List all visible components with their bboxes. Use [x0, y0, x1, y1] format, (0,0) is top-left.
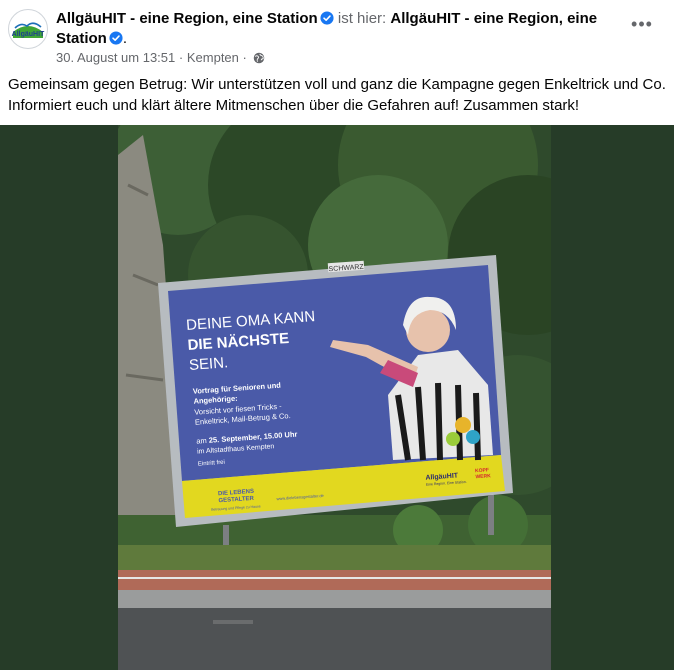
avatar-logo-text: AllgäuHIT	[12, 31, 45, 38]
more-options-icon[interactable]: •••	[630, 14, 654, 34]
post-meta: 30. August um 13:51 · Kempten ·	[56, 49, 265, 66]
poster-sponsor3-line2: WERK	[475, 473, 491, 480]
relation-text: ist hier:	[337, 10, 387, 27]
location-name-part2[interactable]: Station	[56, 30, 107, 47]
verified-badge-icon	[320, 11, 334, 25]
post-text-line-1: Gemeinsam gegen Betrug: Wir unterstützen…	[8, 76, 666, 93]
page-name-link[interactable]: AllgäuHIT - eine Region, eine Station	[56, 10, 318, 27]
post-text: Gemeinsam gegen Betrug: Wir unterstützen…	[8, 74, 668, 116]
poster-headline-3: SEIN.	[188, 354, 228, 374]
billboard-photo: SCHWARZ DEINE OMA KANN DIE NÄCHSTE SEIN.…	[118, 125, 551, 670]
location-name-part1[interactable]: AllgäuHIT - eine Region, eine	[390, 10, 597, 27]
poster-date-prefix: am	[196, 436, 209, 446]
page-avatar[interactable]: AllgäuHIT	[8, 9, 48, 49]
post-title: AllgäuHIT - eine Region, eine Station is…	[56, 9, 616, 49]
title-period: .	[122, 30, 128, 47]
post-photo[interactable]: SCHWARZ DEINE OMA KANN DIE NÄCHSTE SEIN.…	[118, 125, 551, 670]
post-header: AllgäuHIT AllgäuHIT - eine Region, eine …	[0, 0, 674, 70]
globe-icon[interactable]	[253, 52, 265, 64]
allgaeuhit-logo: AllgäuHIT	[10, 11, 46, 47]
post-place[interactable]: Kempten	[187, 50, 239, 65]
post-photo-container[interactable]: SCHWARZ DEINE OMA KANN DIE NÄCHSTE SEIN.…	[0, 125, 674, 670]
post-text-line-2: Informiert euch und klärt ältere Mitmens…	[8, 97, 580, 114]
post-date[interactable]: 30. August um 13:51	[56, 50, 175, 65]
meta-separator: ·	[178, 50, 184, 65]
meta-separator: ·	[242, 50, 247, 65]
verified-badge-icon	[109, 31, 123, 45]
